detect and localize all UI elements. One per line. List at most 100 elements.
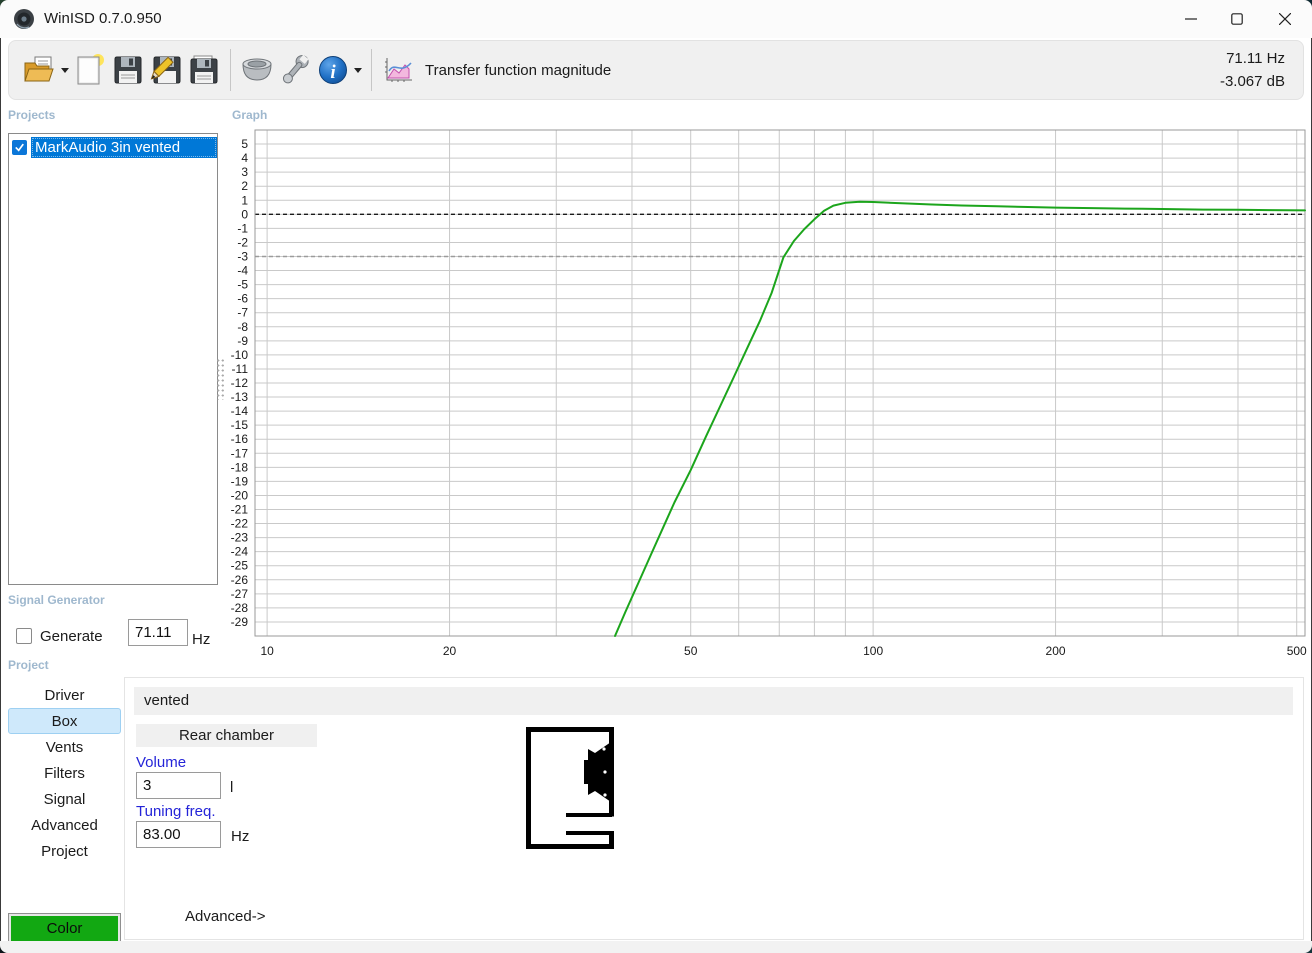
svg-text:20: 20: [443, 644, 457, 658]
options-button[interactable]: [276, 49, 314, 91]
tab-driver[interactable]: Driver: [8, 682, 121, 708]
svg-text:-28: -28: [231, 601, 249, 615]
floppy-save-all-icon: [188, 54, 220, 86]
tuning-freq-label: Tuning freq.: [136, 803, 216, 820]
svg-text:-29: -29: [231, 615, 249, 629]
graph-type-button[interactable]: [379, 49, 417, 91]
svg-text:-10: -10: [231, 348, 249, 362]
maximize-button[interactable]: [1214, 0, 1260, 38]
advanced-button[interactable]: Advanced->: [185, 908, 265, 925]
generate-label: Generate: [40, 628, 103, 645]
svg-text:-5: -5: [237, 278, 248, 292]
tab-vents[interactable]: Vents: [8, 734, 121, 760]
vented-box-diagram: [525, 726, 615, 850]
svg-text:-9: -9: [237, 334, 248, 348]
open-dropdown-arrow[interactable]: [59, 49, 71, 91]
floppy-disk-icon: [112, 54, 144, 86]
project-name[interactable]: MarkAudio 3in vented: [31, 137, 217, 158]
svg-text:-3: -3: [237, 250, 248, 264]
project-list-item[interactable]: MarkAudio 3in vented: [9, 136, 217, 158]
svg-text:-24: -24: [231, 545, 249, 559]
color-button[interactable]: Color: [8, 913, 121, 944]
svg-text:-22: -22: [231, 517, 249, 531]
box-type-selector[interactable]: vented: [134, 687, 1293, 715]
tuning-freq-input[interactable]: [136, 821, 221, 848]
winisd-window: WinISD 0.7.0.950: [0, 0, 1312, 953]
svg-text:-13: -13: [231, 390, 249, 404]
generator-frequency-input[interactable]: [128, 619, 188, 646]
svg-text:-25: -25: [231, 559, 249, 573]
svg-text:-23: -23: [231, 531, 249, 545]
status-strip: [0, 941, 1312, 953]
save-all-button[interactable]: [185, 49, 223, 91]
tab-signal[interactable]: Signal: [8, 786, 121, 812]
svg-text:3: 3: [241, 165, 248, 179]
svg-text:-4: -4: [237, 264, 248, 278]
graph-section-label: Graph: [232, 108, 267, 122]
svg-text:-21: -21: [231, 503, 249, 517]
svg-text:-16: -16: [231, 432, 249, 446]
tuning-freq-unit: Hz: [231, 828, 249, 845]
svg-text:-2: -2: [237, 235, 248, 249]
svg-text:200: 200: [1046, 644, 1066, 658]
title-bar[interactable]: WinISD 0.7.0.950: [0, 0, 1312, 38]
svg-text:500: 500: [1287, 644, 1307, 658]
tab-filters[interactable]: Filters: [8, 760, 121, 786]
tab-advanced[interactable]: Advanced: [8, 812, 121, 838]
svg-text:-17: -17: [231, 446, 249, 460]
volume-input[interactable]: [136, 772, 221, 799]
svg-text:-18: -18: [231, 460, 249, 474]
volume-unit: l: [230, 779, 233, 796]
svg-text:-8: -8: [237, 320, 248, 334]
minimize-button[interactable]: [1168, 0, 1214, 38]
svg-text:-14: -14: [231, 404, 249, 418]
readout-level: -3.067 dB: [1220, 73, 1285, 90]
tab-project[interactable]: Project: [8, 838, 121, 864]
svg-text:-26: -26: [231, 573, 249, 587]
rear-chamber-tab[interactable]: Rear chamber: [136, 724, 317, 747]
panel-splitter-handle[interactable]: [216, 358, 225, 400]
generator-frequency-unit: Hz: [192, 631, 210, 648]
project-section-label: Project: [8, 658, 49, 672]
open-project-button[interactable]: [21, 49, 59, 91]
project-tab-list: Driver Box Vents Filters Signal Advanced…: [8, 682, 121, 864]
open-folder-icon: [23, 55, 57, 85]
svg-text:-19: -19: [231, 474, 249, 488]
svg-text:-12: -12: [231, 376, 249, 390]
transfer-function-plot[interactable]: 543210-1-2-3-4-5-6-7-8-9-10-11-12-13-14-…: [225, 125, 1312, 660]
svg-text:0: 0: [241, 207, 248, 221]
svg-text:-11: -11: [232, 362, 249, 376]
driver-editor-button[interactable]: [238, 49, 276, 91]
new-document-icon: [74, 53, 106, 87]
save-as-button[interactable]: [147, 49, 185, 91]
signal-generator-label: Signal Generator: [8, 593, 105, 607]
projects-list[interactable]: MarkAudio 3in vented: [8, 133, 218, 585]
toolbar: i Transfer function magnitude 71.11 Hz -…: [8, 40, 1304, 100]
svg-text:-15: -15: [231, 418, 249, 432]
color-button-face[interactable]: Color: [11, 916, 118, 941]
svg-text:2: 2: [241, 179, 248, 193]
cursor-readout: 71.11 Hz -3.067 dB: [1220, 41, 1285, 99]
project-checkbox-checked[interactable]: [12, 140, 27, 155]
svg-text:100: 100: [863, 644, 883, 658]
svg-text:-7: -7: [237, 306, 248, 320]
view-label: Transfer function magnitude: [425, 62, 611, 79]
svg-text:i: i: [330, 62, 336, 83]
tab-box[interactable]: Box: [8, 708, 121, 734]
save-button[interactable]: [109, 49, 147, 91]
svg-text:-20: -20: [231, 488, 249, 502]
toolbar-separator: [230, 49, 231, 91]
wrench-icon: [278, 53, 312, 87]
driver-basket-icon: [239, 56, 275, 84]
svg-text:-6: -6: [237, 292, 248, 306]
about-button[interactable]: i: [314, 49, 352, 91]
svg-text:10: 10: [260, 644, 274, 658]
svg-text:-1: -1: [237, 221, 248, 235]
svg-text:-27: -27: [231, 587, 249, 601]
info-icon: i: [317, 54, 349, 86]
box-tab-panel: vented Rear chamber Volume l Tuning freq…: [124, 677, 1304, 940]
new-project-button[interactable]: [71, 49, 109, 91]
close-button[interactable]: [1262, 0, 1308, 38]
generate-checkbox[interactable]: [16, 628, 32, 644]
about-dropdown-arrow[interactable]: [352, 49, 364, 91]
